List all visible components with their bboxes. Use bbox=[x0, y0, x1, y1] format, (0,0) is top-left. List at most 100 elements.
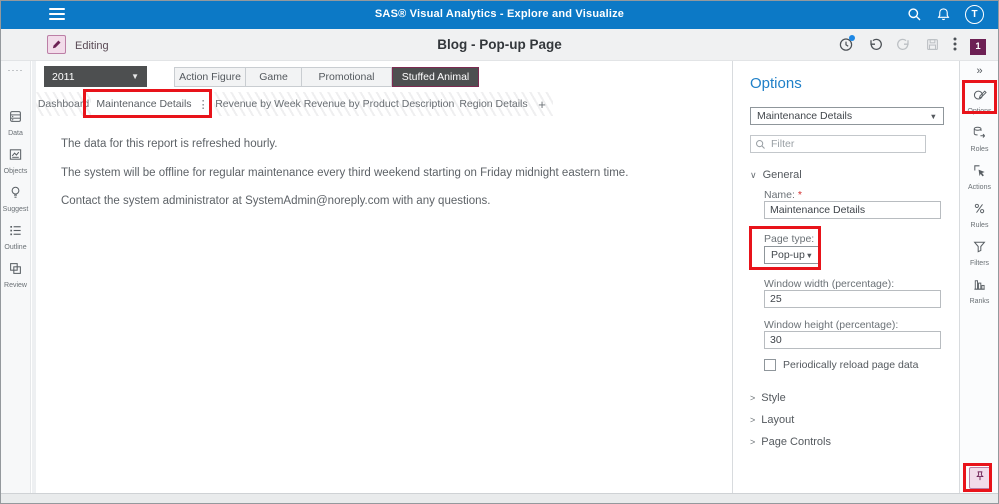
options-filter-field bbox=[750, 134, 926, 152]
notifications-bell-icon[interactable] bbox=[936, 7, 951, 22]
roles-icon bbox=[972, 127, 987, 144]
sidebar-item-label: Outline bbox=[1, 244, 30, 251]
tab-region-details[interactable]: Region Details bbox=[456, 92, 531, 116]
save-icon[interactable] bbox=[925, 37, 940, 57]
more-options-kebab-icon[interactable] bbox=[953, 36, 957, 57]
page-type-dropdown[interactable]: Pop-up ▼ bbox=[764, 246, 820, 264]
label-text: Name: bbox=[764, 189, 795, 201]
review-icon bbox=[8, 263, 23, 280]
category-button-game[interactable]: Game bbox=[246, 67, 302, 87]
window-bottom-edge bbox=[1, 493, 998, 504]
year-dropdown[interactable]: 2011 ▼ bbox=[44, 66, 147, 87]
name-input[interactable] bbox=[764, 201, 941, 219]
lightbulb-icon bbox=[8, 187, 23, 204]
sidebar-item-label: Review bbox=[1, 282, 30, 289]
filter-input[interactable] bbox=[750, 135, 926, 153]
notification-dot bbox=[849, 35, 855, 41]
search-icon[interactable] bbox=[907, 7, 922, 22]
window-width-input[interactable] bbox=[764, 290, 941, 308]
rail-item-roles[interactable]: Roles bbox=[960, 125, 999, 153]
sidebar-item-review[interactable]: Review bbox=[1, 261, 30, 289]
paragraph: Contact the system administrator at Syst… bbox=[61, 196, 702, 208]
rail-item-label: Actions bbox=[960, 184, 999, 191]
rail-item-label: Roles bbox=[960, 146, 999, 153]
chevron-collapsed-icon: > bbox=[750, 437, 755, 447]
user-avatar[interactable]: T bbox=[965, 5, 984, 24]
undo-icon[interactable] bbox=[867, 36, 883, 57]
report-canvas: 2011 ▼ Action Figure Game Promotional St… bbox=[32, 61, 732, 493]
rail-item-filters[interactable]: Filters bbox=[960, 239, 999, 267]
actions-cursor-icon bbox=[972, 165, 987, 182]
tab-maintenance-details[interactable]: Maintenance Details ⋮ bbox=[91, 92, 214, 116]
rail-item-ranks[interactable]: Ranks bbox=[960, 277, 999, 305]
category-button-stuffed-animal[interactable]: Stuffed Animal bbox=[392, 67, 479, 87]
pin-panel-button[interactable] bbox=[969, 467, 991, 489]
year-dropdown-value: 2011 bbox=[52, 71, 75, 83]
sidebar-item-label: Suggest bbox=[1, 206, 30, 213]
section-layout[interactable]: > Layout bbox=[750, 414, 794, 426]
rail-item-label: Filters bbox=[960, 260, 999, 267]
filter-funnel-icon bbox=[972, 241, 987, 258]
rail-item-options[interactable]: Options bbox=[960, 87, 999, 115]
page-tab-strip: Dashboard Maintenance Details ⋮ Revenue … bbox=[36, 92, 553, 116]
paragraph: The system will be offline for regular m… bbox=[61, 168, 702, 180]
paragraph: The data for this report is refreshed ho… bbox=[61, 139, 702, 151]
tab-label: Maintenance Details bbox=[96, 98, 191, 110]
tab-revenue-by-week[interactable]: Revenue by Week bbox=[214, 92, 302, 116]
search-icon bbox=[755, 137, 766, 155]
rail-item-rules[interactable]: Rules bbox=[960, 201, 999, 229]
right-sidebar: » Options Roles Actions Rules Filters Ra… bbox=[959, 61, 999, 493]
section-label: Page Controls bbox=[761, 436, 831, 448]
section-style[interactable]: >Style bbox=[750, 392, 786, 404]
outline-list-icon bbox=[8, 225, 23, 242]
chevron-down-icon: ▼ bbox=[930, 112, 937, 121]
chevron-collapsed-icon: > bbox=[750, 415, 755, 425]
collapse-panel-chevrons-icon[interactable]: » bbox=[960, 65, 999, 77]
application-bar: SAS® Visual Analytics - Explore and Visu… bbox=[1, 1, 998, 29]
edit-toolbar: Editing Blog - Pop-up Page 1 bbox=[1, 29, 998, 61]
changes-count-badge[interactable]: 1 bbox=[970, 39, 986, 55]
category-button-group: Action Figure Game Promotional Stuffed A… bbox=[174, 67, 479, 87]
checkbox-label: Periodically reload page data bbox=[783, 359, 918, 371]
sidebar-item-suggest[interactable]: Suggest bbox=[1, 185, 30, 213]
section-page-controls[interactable]: > Page Controls bbox=[750, 436, 831, 448]
sidebar-item-label: Data bbox=[1, 130, 30, 137]
tab-menu-kebab-icon[interactable]: ⋮ bbox=[198, 98, 209, 111]
left-sidebar: ···· Data Objects Suggest Outline Review bbox=[1, 61, 31, 493]
left-rail-overflow-icon[interactable]: ···· bbox=[1, 65, 30, 75]
section-label: General bbox=[763, 169, 802, 181]
category-button-action-figure[interactable]: Action Figure bbox=[174, 67, 246, 87]
rules-icon bbox=[972, 203, 987, 220]
chevron-down-icon: ▼ bbox=[806, 251, 813, 260]
object-selector-dropdown[interactable]: Maintenance Details ▼ bbox=[750, 107, 944, 125]
section-label: Layout bbox=[761, 414, 794, 426]
rail-item-label: Options bbox=[960, 108, 999, 115]
rail-item-label: Rules bbox=[960, 222, 999, 229]
options-panel: Options Maintenance Details ▼ ∨General N… bbox=[732, 61, 959, 493]
window-height-input[interactable] bbox=[764, 331, 941, 349]
page-type-value: Pop-up bbox=[771, 249, 805, 261]
sidebar-item-outline[interactable]: Outline bbox=[1, 223, 30, 251]
name-field-label: Name: * bbox=[764, 189, 802, 201]
category-button-promotional[interactable]: Promotional bbox=[302, 67, 392, 87]
sidebar-item-objects[interactable]: Objects bbox=[1, 147, 30, 175]
data-icon bbox=[8, 111, 23, 128]
ranks-bar-chart-icon bbox=[972, 279, 987, 296]
reload-page-data-checkbox-row[interactable]: Periodically reload page data bbox=[764, 359, 918, 371]
checkbox-unchecked-icon[interactable] bbox=[764, 359, 776, 371]
required-asterisk: * bbox=[798, 189, 802, 201]
page-type-label: Page type: bbox=[764, 233, 814, 245]
redo-icon[interactable] bbox=[896, 36, 912, 57]
section-general[interactable]: ∨ General bbox=[750, 169, 802, 181]
rail-item-label: Ranks bbox=[960, 298, 999, 305]
rail-item-actions[interactable]: Actions bbox=[960, 163, 999, 191]
tab-revenue-by-product-description[interactable]: Revenue by Product Description bbox=[302, 92, 456, 116]
tab-dashboard[interactable]: Dashboard bbox=[36, 92, 91, 116]
application-title: SAS® Visual Analytics - Explore and Visu… bbox=[1, 8, 998, 20]
chevron-expanded-icon: ∨ bbox=[750, 170, 757, 181]
sidebar-item-data[interactable]: Data bbox=[1, 109, 30, 137]
history-refresh-icon[interactable] bbox=[838, 36, 854, 57]
app-window: SAS® Visual Analytics - Explore and Visu… bbox=[0, 0, 999, 504]
window-width-label: Window width (percentage): bbox=[764, 278, 894, 290]
add-page-button[interactable]: + bbox=[531, 92, 553, 116]
